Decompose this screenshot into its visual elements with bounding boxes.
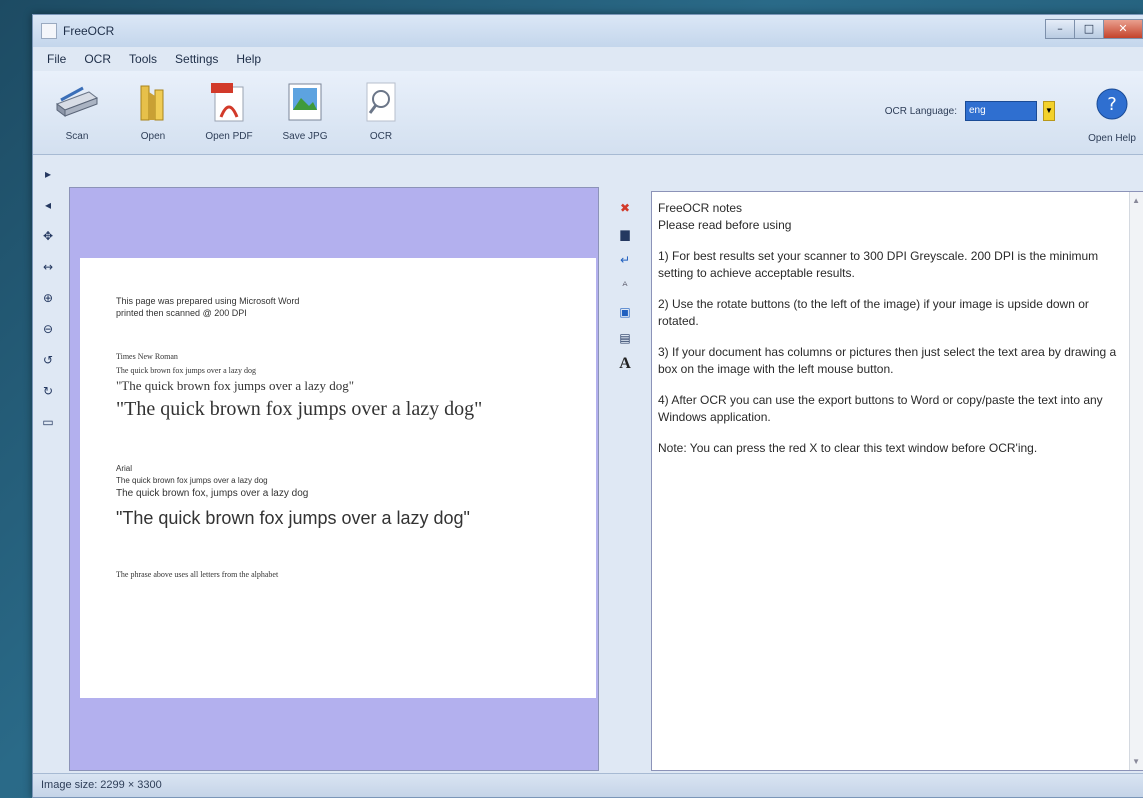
scan-label: Scan bbox=[65, 131, 89, 142]
arrow-left-icon[interactable]: ◂ bbox=[39, 196, 57, 214]
notes-title: FreeOCR notes bbox=[658, 201, 743, 215]
clear-x-icon[interactable]: ✖ bbox=[616, 199, 634, 217]
app-window: FreeOCR – □ ✕ File OCR Tools Settings He… bbox=[32, 14, 1143, 798]
ocr-language-select[interactable]: eng bbox=[965, 101, 1037, 121]
doc-arial-large: "The quick brown fox jumps over a lazy d… bbox=[116, 508, 470, 528]
doc-arial-medium: The quick brown fox, jumps over a lazy d… bbox=[116, 488, 309, 499]
magnifier-document-icon bbox=[356, 77, 406, 127]
title-bar[interactable]: FreeOCR – □ ✕ bbox=[33, 15, 1143, 47]
zoom-in-icon[interactable]: ⊕ bbox=[39, 289, 57, 307]
doc-arial-heading: Arial bbox=[116, 464, 133, 473]
notes-paragraph-5: Note: You can press the red X to clear t… bbox=[658, 441, 1038, 455]
image-tools-strip: ▸ ◂ ✥ ↔ ⊕ ⊖ ↺ ↻ ▭ bbox=[33, 155, 63, 769]
rotate-right-icon[interactable]: ↻ bbox=[39, 382, 57, 400]
toolbar: Scan Open Open PDF Save JPG OCR OCR Lang… bbox=[33, 71, 1143, 155]
open-help-button[interactable]: ? Open Help bbox=[1081, 79, 1143, 144]
status-bar: Image size: 2299 × 3300 bbox=[33, 773, 1143, 797]
notes-paragraph-2: 2) Use the rotate buttons (to the left o… bbox=[658, 297, 1089, 328]
paste-icon[interactable]: ▤ bbox=[616, 329, 634, 347]
maximize-button[interactable]: □ bbox=[1074, 19, 1104, 39]
export-word-icon[interactable]: ↵ bbox=[616, 251, 634, 269]
folder-open-icon bbox=[128, 77, 178, 127]
scroll-down-icon[interactable]: ▼ bbox=[1132, 757, 1140, 766]
minimize-button[interactable]: – bbox=[1045, 19, 1075, 39]
open-pdf-label: Open PDF bbox=[205, 131, 253, 142]
vertical-scrollbar[interactable]: ▲ ▼ bbox=[1129, 192, 1143, 770]
doc-intro-1: This page was prepared using Microsoft W… bbox=[116, 296, 300, 306]
move-icon[interactable]: ✥ bbox=[39, 227, 57, 245]
image-icon bbox=[280, 77, 330, 127]
doc-times-heading: Times New Roman bbox=[116, 352, 178, 361]
notes-paragraph-4: 4) After OCR you can use the export butt… bbox=[658, 393, 1103, 424]
menu-settings[interactable]: Settings bbox=[175, 52, 218, 66]
notes-paragraph-3: 3) If your document has columns or pictu… bbox=[658, 345, 1117, 376]
open-label: Open bbox=[140, 131, 166, 142]
doc-arial-small: The quick brown fox jumps over a lazy do… bbox=[116, 476, 268, 485]
scan-button[interactable]: Scan bbox=[45, 77, 109, 142]
menu-file[interactable]: File bbox=[47, 52, 66, 66]
rotate-left-icon[interactable]: ↺ bbox=[39, 351, 57, 369]
doc-times-medium: "The quick brown fox jumps over a lazy d… bbox=[116, 378, 355, 393]
svg-text:?: ? bbox=[1107, 94, 1117, 115]
save-jpg-button[interactable]: Save JPG bbox=[273, 77, 337, 142]
copy-icon[interactable]: ▣ bbox=[616, 303, 634, 321]
notes-subtitle: Please read before using bbox=[658, 218, 792, 232]
notes-paragraph-1: 1) For best results set your scanner to … bbox=[658, 249, 1099, 280]
help-icon: ? bbox=[1087, 79, 1137, 129]
image-pane[interactable]: This page was prepared using Microsoft W… bbox=[69, 187, 599, 771]
ocr-language-control: OCR Language: eng ▼ bbox=[885, 101, 1055, 121]
save-icon[interactable]: ▆ bbox=[616, 225, 634, 243]
select-area-icon[interactable]: ▭ bbox=[39, 413, 57, 431]
app-icon bbox=[41, 23, 57, 39]
open-help-label: Open Help bbox=[1088, 133, 1136, 144]
doc-intro-2: printed then scanned @ 200 DPI bbox=[116, 308, 247, 318]
scanner-icon bbox=[52, 77, 102, 127]
doc-times-large: "The quick brown fox jumps over a lazy d… bbox=[116, 398, 483, 420]
pdf-icon bbox=[204, 77, 254, 127]
chevron-down-icon[interactable]: ▼ bbox=[1043, 101, 1055, 121]
scanned-document[interactable]: This page was prepared using Microsoft W… bbox=[80, 258, 596, 698]
image-size-status: Image size: 2299 × 3300 bbox=[41, 779, 162, 791]
menu-ocr[interactable]: OCR bbox=[84, 52, 111, 66]
arrow-right-icon[interactable]: ▸ bbox=[39, 165, 57, 183]
doc-times-small: The quick brown fox jumps over a lazy do… bbox=[116, 366, 256, 375]
ocr-label: OCR bbox=[369, 131, 393, 142]
text-tools-strip: ✖ ▆ ↵ ᴬ ▣ ▤ A bbox=[611, 191, 639, 771]
spellcheck-icon[interactable]: ᴬ bbox=[616, 277, 634, 295]
doc-footer: The phrase above uses all letters from t… bbox=[116, 570, 279, 579]
zoom-out-icon[interactable]: ⊖ bbox=[39, 320, 57, 338]
scroll-up-icon[interactable]: ▲ bbox=[1132, 196, 1140, 205]
window-title: FreeOCR bbox=[63, 24, 115, 38]
close-button[interactable]: ✕ bbox=[1103, 19, 1143, 39]
font-icon[interactable]: A bbox=[616, 355, 634, 373]
window-controls: – □ ✕ bbox=[1045, 19, 1143, 39]
save-jpg-label: Save JPG bbox=[282, 131, 328, 142]
ocr-text-output[interactable]: FreeOCR notes Please read before using 1… bbox=[651, 191, 1143, 771]
menu-help[interactable]: Help bbox=[236, 52, 261, 66]
open-button[interactable]: Open bbox=[121, 77, 185, 142]
fit-width-icon[interactable]: ↔ bbox=[39, 258, 57, 276]
open-pdf-button[interactable]: Open PDF bbox=[197, 77, 261, 142]
ocr-language-label: OCR Language: bbox=[884, 105, 957, 117]
menu-tools[interactable]: Tools bbox=[129, 52, 157, 66]
ocr-button[interactable]: OCR bbox=[349, 77, 413, 142]
menu-bar: File OCR Tools Settings Help bbox=[33, 47, 1143, 71]
